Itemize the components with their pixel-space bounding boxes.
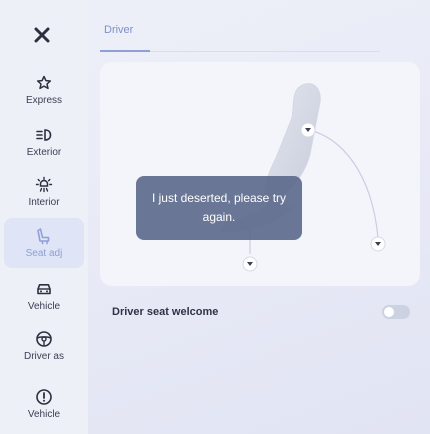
sidebar-item-label: Vehicle [27, 408, 61, 420]
steering-wheel-icon [35, 330, 53, 348]
active-tab-indicator [100, 50, 150, 52]
tab-driver[interactable]: Driver [104, 24, 133, 36]
backrest-handle[interactable] [300, 122, 316, 138]
sidebar-item-exterior[interactable]: Exterior [4, 118, 84, 166]
headlight-icon [35, 126, 53, 144]
sidebar-item-label: Vehicle [27, 300, 61, 312]
sidebar-item-label: Exterior [26, 146, 62, 158]
driver-seat-welcome-toggle[interactable] [382, 305, 410, 319]
info-icon [35, 388, 53, 406]
driver-seat-welcome-label: Driver seat welcome [112, 306, 219, 318]
star-icon [35, 74, 53, 92]
sidebar-item-label: Seat adj [25, 247, 63, 259]
sidebar-item-vehicle[interactable]: Vehicle [4, 272, 84, 320]
driver-seat-welcome-row: Driver seat welcome [100, 298, 420, 326]
seat-height-handle[interactable] [242, 256, 258, 272]
car-icon [35, 280, 53, 298]
tab-bar: Driver [100, 14, 420, 52]
toggle-knob [384, 307, 394, 317]
seat-tilt-handle[interactable] [370, 236, 386, 252]
sidebar: Express Exterior Interior Seat adj Vehic… [0, 0, 88, 434]
close-button[interactable] [24, 20, 60, 50]
close-icon [34, 27, 50, 43]
tab-divider [150, 51, 380, 52]
sidebar-item-interior[interactable]: Interior [4, 168, 84, 216]
sidebar-item-label: Driver as [23, 350, 64, 362]
seat-icon [35, 227, 53, 245]
seat-adjust-panel [100, 62, 420, 286]
sidebar-item-seat-adj[interactable]: Seat adj [4, 218, 84, 268]
interior-light-icon [35, 176, 53, 194]
sidebar-item-vehicle-info[interactable]: Vehicle [4, 380, 84, 428]
seat-illustration [220, 83, 386, 272]
toast-message: I just deserted, please try again. [136, 176, 302, 240]
sidebar-item-driver-as[interactable]: Driver as [4, 322, 84, 370]
sidebar-item-label: Interior [28, 196, 60, 208]
sidebar-item-label: Express [25, 94, 63, 106]
sidebar-item-express[interactable]: Express [4, 66, 84, 114]
